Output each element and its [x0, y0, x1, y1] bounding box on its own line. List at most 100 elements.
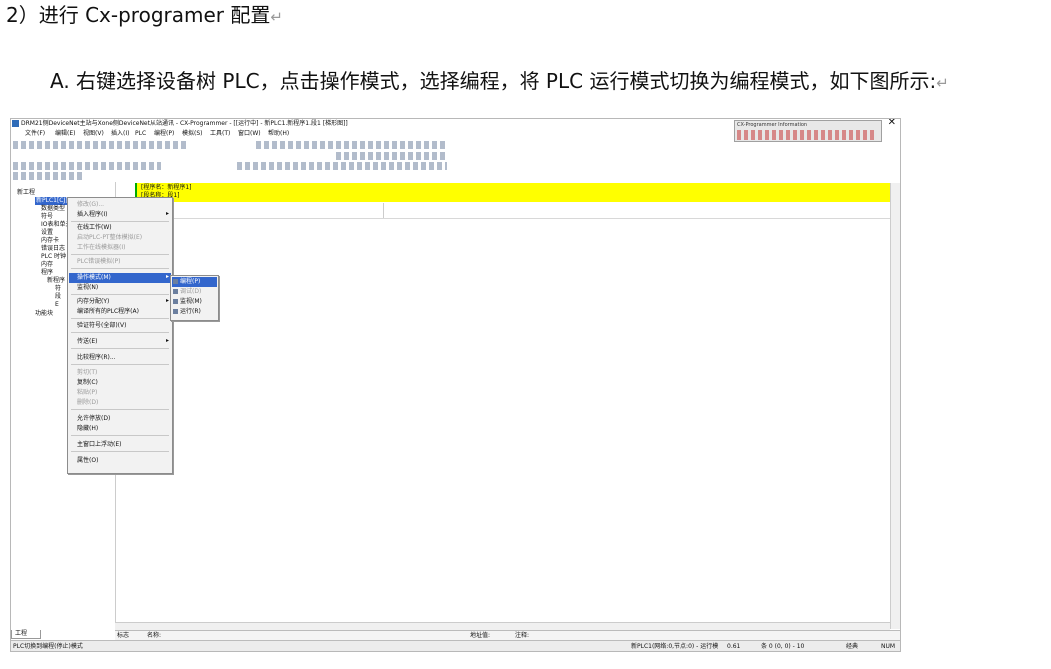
tree-node-memcard[interactable]: 内存卡 — [41, 237, 59, 245]
menu-item-verify-symbols[interactable]: 验证符号(全部)(V) — [69, 321, 171, 331]
toolbar-row-3b[interactable] — [237, 162, 447, 170]
menu-item-modify[interactable]: 修改(G)... — [69, 200, 171, 210]
tree-node-plc[interactable]: 新PLC1[CJ] — [35, 197, 69, 205]
tree-node-symbols[interactable]: 符号 — [41, 213, 53, 221]
submenu-arrow-icon: ▸ — [165, 273, 169, 280]
tree-node-section[interactable]: 段 — [55, 293, 61, 301]
cx-programmer-screenshot: DRM21侧DeviceNet主站与Xone侧DeviceNet从站通讯 - C… — [10, 118, 901, 652]
tree-node-memory[interactable]: 内存 — [41, 261, 53, 269]
status-message: PLC切换到编程(停止)模式 — [13, 643, 83, 650]
menu-program[interactable]: 编程(P) — [154, 130, 174, 138]
menu-item-plc-error-sim[interactable]: PLC错误模拟(P) — [69, 257, 171, 267]
menu-item-transfer[interactable]: 传送(E) ▸ — [69, 337, 171, 347]
menu-item-compare[interactable]: 比较程序(R)... — [69, 353, 171, 363]
menu-plc[interactable]: PLC — [135, 130, 146, 138]
menu-separator — [71, 435, 169, 436]
status-bar: PLC切换到编程(停止)模式 新PLC1(网络:0,节点:0) - 运行模 0.… — [11, 640, 900, 651]
status-num: NUM — [881, 643, 896, 650]
menu-view[interactable]: 视图(V) — [83, 130, 104, 138]
field-flag: 标志 — [117, 632, 130, 639]
monitor-mode-icon — [173, 299, 178, 304]
submenu-item-monitor[interactable]: 监视(M) — [172, 297, 217, 307]
menu-separator — [71, 318, 169, 319]
menu-item-plc-pt-sim[interactable]: 启动PLC-PT整体模拟(E) — [69, 233, 171, 243]
tab-project-label: 工程 — [15, 630, 28, 637]
run-mode-icon — [173, 309, 178, 314]
info-panel-title: CX-Programmer Information — [737, 122, 808, 128]
field-address: 地址值: — [470, 632, 491, 639]
menubar: 文件(F) 编辑(E) 视图(V) 插入(I) PLC 编程(P) 模拟(S) … — [11, 129, 900, 138]
status-plc: 新PLC1(网络:0,节点:0) - 运行模 — [631, 643, 719, 650]
context-menu: 修改(G)... 插入程序(I) ▸ 在线工作(W) 启动PLC-PT整体模拟(E… — [67, 197, 173, 474]
menu-tools[interactable]: 工具(T) — [210, 130, 230, 138]
ladder-rung[interactable] — [137, 202, 890, 219]
menu-item-copy[interactable]: 复制(C) — [69, 378, 171, 388]
menu-item-delete[interactable]: 删除(D) — [69, 398, 171, 408]
instruction-paragraph: A. 右键选择设备树 PLC，点击操作模式，选择编程，将 PLC 运行模式切换为… — [50, 69, 949, 93]
toolbar-row-1b[interactable] — [256, 141, 446, 149]
menu-item-memory-alloc[interactable]: 内存分配(Y) ▸ — [69, 297, 171, 307]
debug-mode-icon — [173, 289, 178, 294]
rung-divider — [383, 203, 384, 218]
menu-window[interactable]: 窗口(W) — [238, 130, 261, 138]
field-comment: 注释: — [515, 632, 530, 639]
info-fields-bar: 标志 名称: 地址值: 注释: — [115, 630, 900, 640]
menu-separator — [71, 268, 169, 269]
tree-node-programs[interactable]: 程序 — [41, 269, 53, 277]
tree-node-errorlog[interactable]: 错误日志 — [41, 245, 65, 253]
tree-node-settings[interactable]: 设置 — [41, 229, 53, 237]
status-position: 条 0 (0, 0) - 10 — [761, 643, 805, 650]
toolbar-row-1[interactable] — [13, 141, 189, 149]
menu-item-paste[interactable]: 粘贴(P) — [69, 388, 171, 398]
menu-item-cut[interactable]: 剪切(T) — [69, 368, 171, 378]
field-name: 名称: — [147, 632, 162, 639]
tree-node-newprogram[interactable]: 新程序 — [47, 277, 65, 285]
menu-item-operating-mode[interactable]: 操作模式(M) ▸ — [69, 273, 171, 283]
tree-node-clock[interactable]: PLC 时钟 — [41, 253, 66, 261]
operating-mode-submenu: 编程(P) 调试(D) 监视(M) 运行(R) — [170, 275, 219, 321]
submenu-arrow-icon: ▸ — [165, 210, 169, 217]
menu-separator — [71, 221, 169, 222]
menu-separator — [71, 348, 169, 349]
menu-separator — [71, 254, 169, 255]
toolbar-row-3[interactable] — [13, 162, 161, 170]
menu-edit[interactable]: 编辑(E) — [55, 130, 75, 138]
menu-insert[interactable]: 插入(I) — [111, 130, 129, 138]
tree-node-project[interactable]: 新工程 — [17, 189, 35, 197]
app-icon — [12, 120, 19, 127]
tree-node-datatypes[interactable]: 数据类型 — [41, 205, 65, 213]
menu-simulate[interactable]: 模拟(S) — [182, 130, 203, 138]
toolbar-row-4[interactable] — [13, 172, 83, 180]
menu-item-insert-program[interactable]: 插入程序(I) ▸ — [69, 210, 171, 220]
menu-separator — [71, 409, 169, 410]
menu-item-hide[interactable]: 隐藏(H) — [69, 424, 171, 434]
submenu-item-debug[interactable]: 调试(D) — [172, 287, 217, 297]
status-mode: 经典 — [846, 643, 859, 650]
tab-project[interactable]: 工程 — [11, 630, 41, 639]
submenu-item-run[interactable]: 运行(R) — [172, 307, 217, 317]
menu-item-compile-all[interactable]: 编译所有的PLC程序(A) — [69, 307, 171, 317]
submenu-item-program[interactable]: 编程(P) — [172, 277, 217, 287]
menu-item-properties[interactable]: 属性(O) — [69, 456, 171, 466]
tree-node-fb[interactable]: 功能块 — [35, 310, 53, 318]
menu-help[interactable]: 帮助(H) — [268, 130, 289, 138]
menu-separator — [71, 451, 169, 452]
program-name-label: [程序名：新程序1] — [141, 184, 192, 191]
menu-separator — [71, 332, 169, 333]
menu-separator — [71, 364, 169, 365]
window-title: DRM21侧DeviceNet主站与Xone侧DeviceNet从站通讯 - C… — [21, 120, 348, 127]
menu-item-online-simulator[interactable]: 工作在线模拟器(I) — [69, 243, 171, 253]
submenu-arrow-icon: ▸ — [165, 297, 169, 304]
vertical-scrollbar[interactable] — [890, 183, 900, 629]
section-heading: 2）进行 Cx-programer 配置↵ — [6, 3, 283, 27]
ladder-header — [135, 183, 890, 202]
menu-file[interactable]: 文件(F) — [25, 130, 45, 138]
tree-node-sym[interactable]: 符 — [55, 285, 61, 293]
close-icon[interactable]: ✕ — [888, 119, 896, 128]
menu-item-allow-docking[interactable]: 允许停放(D) — [69, 414, 171, 424]
tree-node-end[interactable]: E — [55, 301, 59, 309]
menu-item-online[interactable]: 在线工作(W) — [69, 223, 171, 233]
toolbar-row-2[interactable] — [336, 152, 446, 160]
menu-item-monitor[interactable]: 监视(N) — [69, 283, 171, 293]
menu-item-float[interactable]: 主窗口上浮动(E) — [69, 440, 171, 450]
